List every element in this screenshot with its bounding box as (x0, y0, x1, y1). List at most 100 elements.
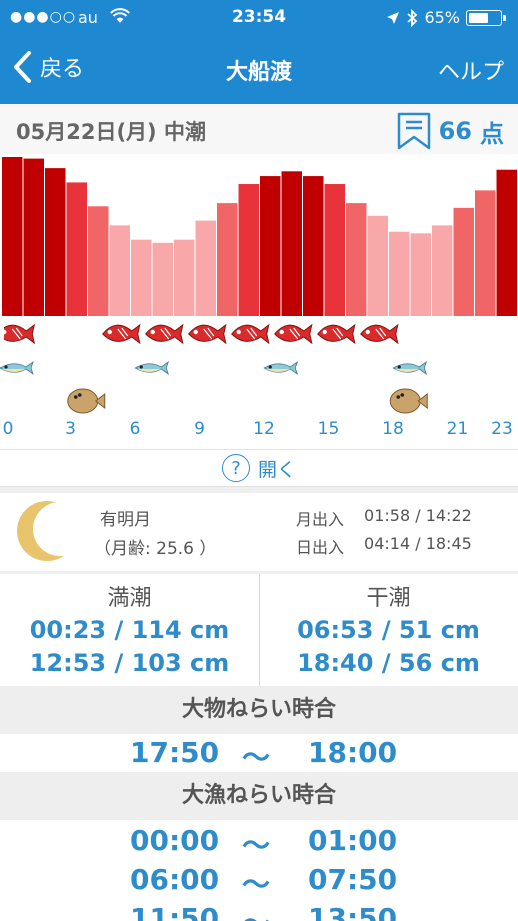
status-right: 65% (386, 8, 506, 27)
horse-mackerel-icon (392, 360, 428, 376)
high-tide-value: 00:23 / 114 cm (29, 616, 230, 644)
low-tide-value: 06:53 / 51 cm (297, 616, 480, 644)
snapper-fish-icon (188, 323, 227, 345)
chart-bar (453, 207, 474, 316)
chart-bar (281, 171, 302, 316)
snapper-fish-icon (274, 323, 313, 345)
chart-bar (410, 233, 431, 316)
chart-bar (45, 168, 66, 316)
moon-phase: 有明月 (100, 510, 151, 530)
snapper-fish-icon (360, 323, 399, 345)
chart-bar (66, 182, 87, 316)
time-start: 00:00 (130, 824, 220, 857)
horse-mackerel-icon (134, 360, 170, 376)
time-end: 18:00 (308, 736, 398, 769)
help-button[interactable]: ヘルプ (438, 54, 504, 86)
flounder-fish-icon (67, 388, 106, 414)
chart-bar (238, 184, 259, 316)
sunrise-value: 04:14 / 18:45 (364, 534, 472, 553)
date-and-tide: 05月22日(月) 中潮 (16, 120, 206, 144)
time-separator: 〜 (242, 829, 271, 862)
chart-bar (432, 225, 453, 316)
time-end: 07:50 (308, 863, 398, 896)
expand-label: 開く (257, 458, 296, 481)
chart-bar (23, 158, 44, 316)
snapper-fish-icon (317, 323, 356, 345)
chart-bar (217, 203, 238, 316)
time-start: 06:00 (130, 863, 220, 896)
time-end: 13:50 (308, 902, 398, 921)
high-tide-column: 満潮 00:23 / 114 cm 12:53 / 103 cm (0, 574, 259, 680)
big-haul-time: 00:00 〜 01:00 (0, 822, 518, 862)
time-separator: 〜 (242, 868, 271, 901)
back-button[interactable]: 戻る (12, 50, 84, 84)
screen: ●●●○○ au 23:54 65% 戻る 大船渡 ヘルプ 05月22日(月) … (0, 0, 518, 921)
chart-bar (88, 206, 109, 316)
chart-bar (324, 184, 345, 316)
big-catch-title: 大物ねらい時合 (0, 686, 518, 734)
chart-bar (389, 231, 410, 316)
question-circle-icon: ? (221, 454, 250, 482)
snapper-fish-icon (102, 323, 141, 345)
moonrise-label: 月出入 (296, 510, 345, 529)
moon-info: 有明月 （月齢: 25.6 ） 月出入 01:58 / 14:22 日出入 04… (0, 493, 518, 571)
big-catch-time: 17:50 〜 18:00 (0, 734, 518, 774)
low-tide-title: 干潮 (366, 586, 411, 611)
score-value: 66 (438, 117, 472, 145)
battery-cap (503, 14, 506, 21)
chart-bar (152, 242, 173, 316)
snapper-fish-icon (0, 323, 36, 345)
low-tide-column: 干潮 06:53 / 51 cm 18:40 / 56 cm (259, 574, 518, 680)
chevron-left-icon (14, 51, 31, 83)
chart-bar (195, 220, 216, 316)
snapper-fish-icon (231, 323, 270, 345)
chart-bar (346, 203, 367, 316)
score-unit: 点 (480, 119, 504, 148)
hour-tick-label: 0 (2, 419, 14, 439)
status-bar: ●●●○○ au 23:54 65% (0, 0, 518, 36)
chart-bar (475, 190, 496, 316)
bar-chart (0, 157, 517, 414)
score-display[interactable]: 66 点 (397, 112, 504, 150)
hour-tick-label: 21 (446, 419, 469, 439)
battery-icon (466, 9, 506, 26)
battery-percent: 65% (424, 8, 460, 27)
bookmark-icon (397, 112, 430, 150)
bluetooth-icon (407, 8, 418, 27)
horse-mackerel-icon (263, 360, 299, 376)
chart-bar (2, 157, 23, 316)
hour-tick-label: 15 (317, 419, 340, 439)
snapper-fish-icon (145, 323, 184, 345)
time-separator: 〜 (242, 741, 271, 774)
sunrise-row: 日出入 04:14 / 18:45 (296, 534, 472, 558)
hour-tick-label: 6 (129, 419, 141, 439)
chart-bar (260, 176, 281, 316)
time-end: 01:00 (308, 824, 398, 857)
chart-bar (131, 239, 152, 316)
hour-tick-label: 18 (382, 419, 404, 439)
edge-mask (0, 320, 4, 350)
back-label: 戻る (40, 57, 85, 82)
sunrise-label: 日出入 (296, 538, 345, 557)
chart-bar (109, 225, 130, 316)
chart-bar (174, 239, 195, 316)
expand-toggle[interactable]: ? 開く (0, 449, 518, 487)
chart-bar (303, 176, 324, 316)
navigation-bar: 戻る 大船渡 ヘルプ (0, 36, 518, 104)
crescent-moon-icon (17, 501, 77, 561)
time-separator: 〜 (242, 902, 270, 921)
moonrise-row: 月出入 01:58 / 14:22 (296, 506, 472, 530)
time-start: 11:50 (130, 902, 220, 921)
moonrise-value: 01:58 / 14:22 (364, 506, 472, 525)
horse-mackerel-icon (0, 360, 34, 376)
hour-tick-label: 23 (491, 419, 513, 439)
high-tide-value: 12:53 / 103 cm (29, 649, 230, 677)
tide-table: 満潮 00:23 / 114 cm 12:53 / 103 cm 干潮 06:5… (0, 574, 518, 686)
date-header: 05月22日(月) 中潮 66 点 (0, 104, 518, 154)
big-haul-time: 11:50 〜 13:50 (0, 900, 518, 921)
hourly-chart: 0 3 6 9 12 15 18 21 23 (0, 154, 518, 449)
big-haul-title: 大漁ねらい時合 (0, 772, 518, 820)
big-haul-time: 06:00 〜 07:50 (0, 861, 518, 901)
chart-bar (496, 169, 517, 316)
hour-tick-label: 9 (194, 419, 205, 439)
